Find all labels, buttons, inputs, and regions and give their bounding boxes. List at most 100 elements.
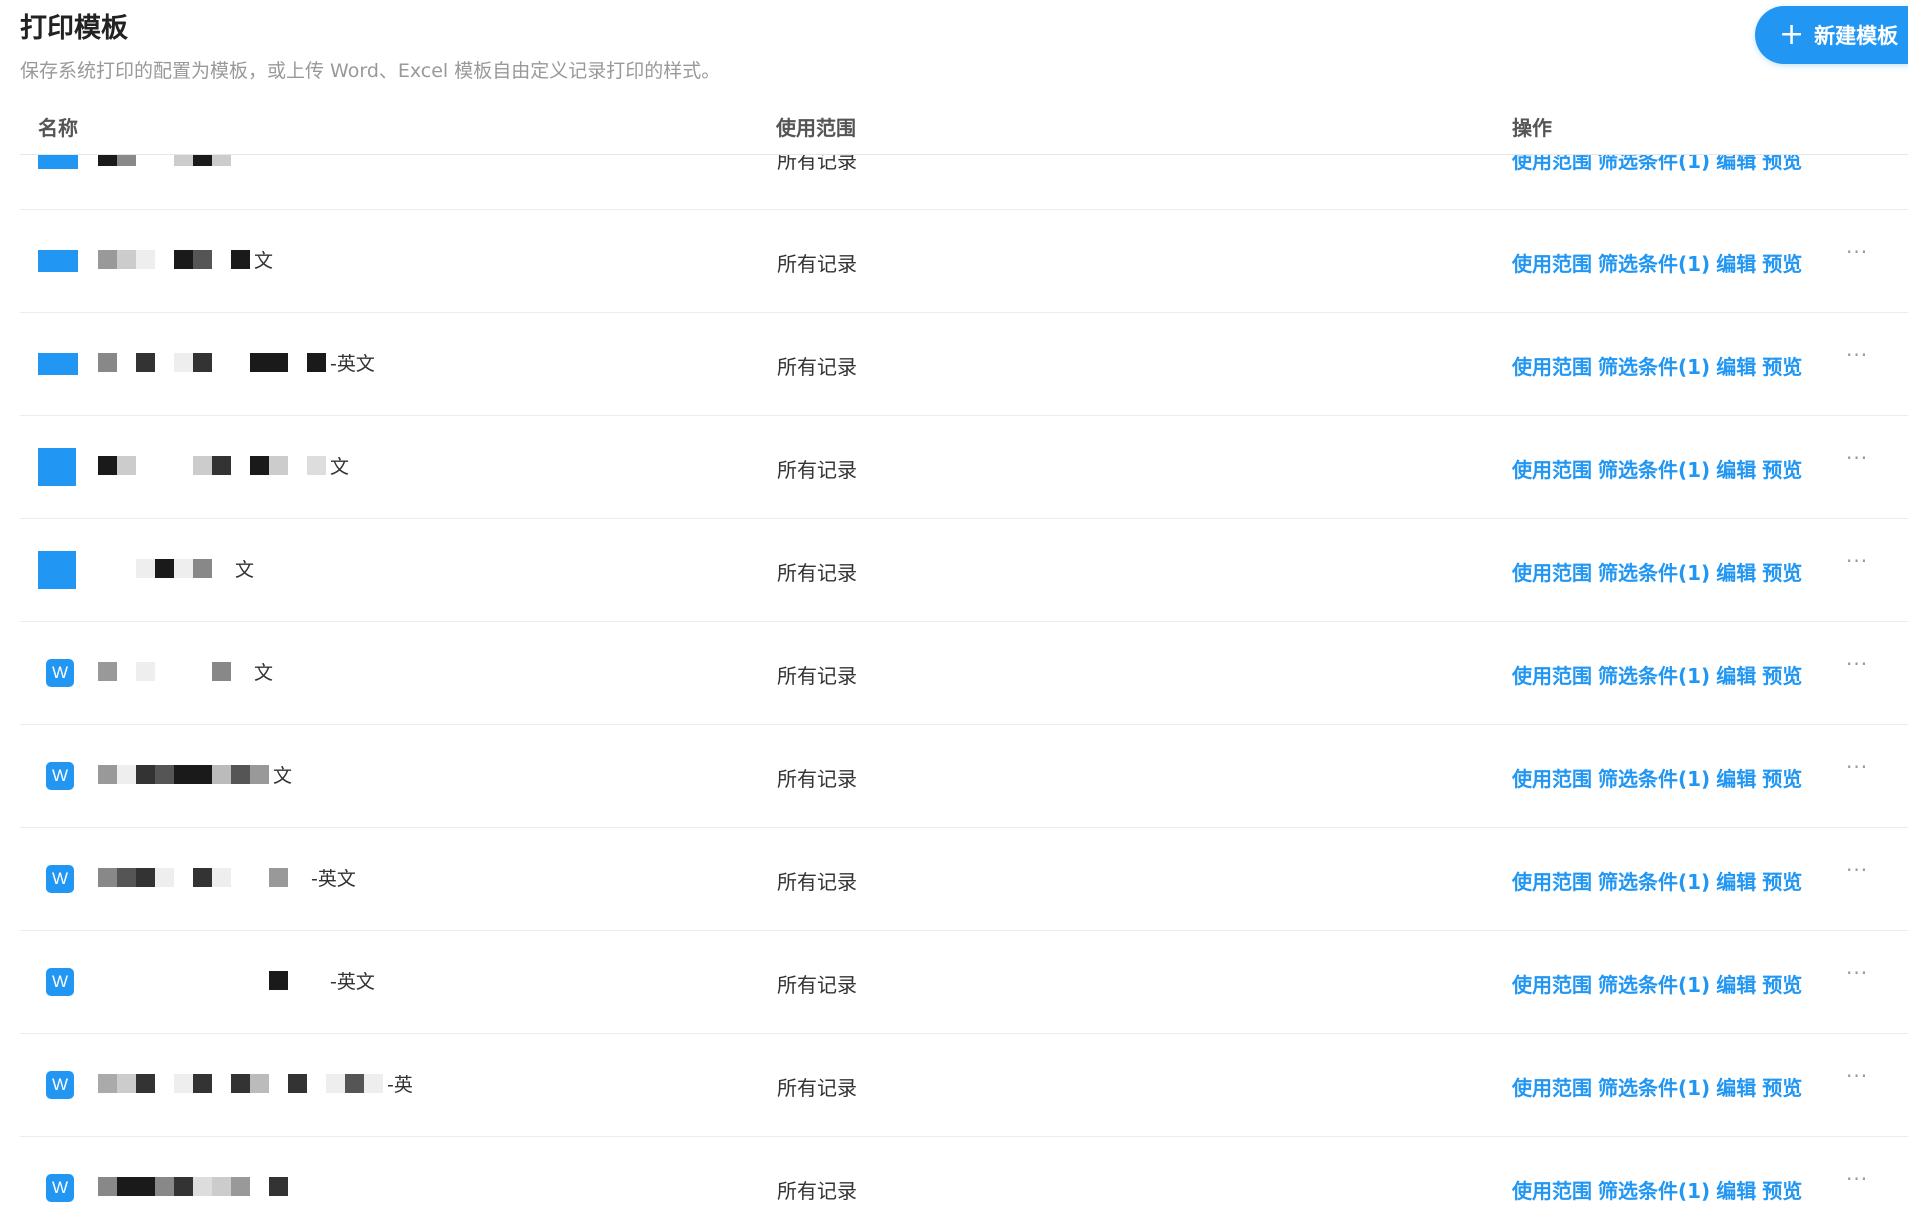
preview-action-link[interactable]: 预览 (1762, 355, 1802, 379)
preview-action-link[interactable]: 预览 (1762, 1179, 1802, 1203)
table-row[interactable]: 文 所有记录 使用范围 筛选条件(1) 编辑 预览 ··· (20, 416, 1908, 519)
preview-action-link[interactable]: 预览 (1762, 973, 1802, 997)
scope-action-link[interactable]: 使用范围 (1512, 155, 1592, 173)
filter-action-link[interactable]: 筛选条件(1) (1598, 1076, 1710, 1100)
template-name-text: -英文 (330, 970, 375, 993)
filter-action-link[interactable]: 筛选条件(1) (1598, 155, 1710, 173)
edit-action-link[interactable]: 编辑 (1716, 664, 1756, 688)
template-name[interactable]: -英文 (98, 965, 375, 995)
template-name[interactable]: 文 (98, 450, 349, 480)
scope-action-link[interactable]: 使用范围 (1512, 973, 1592, 997)
redacted-block (174, 249, 193, 269)
table-row[interactable]: 文 所有记录 使用范围 筛选条件(1) 编辑 预览 ··· (20, 210, 1908, 313)
template-rows: 所有记录使用范围筛选条件(1)编辑预览···文所有记录使用范围筛选条件(1)编辑… (20, 155, 1908, 1214)
more-options-icon[interactable]: ··· (1846, 343, 1868, 367)
filter-action-link[interactable]: 筛选条件(1) (1598, 767, 1710, 791)
more-options-icon[interactable]: ··· (1846, 446, 1868, 470)
scope-action-link[interactable]: 使用范围 (1512, 355, 1592, 379)
scope-action-link[interactable]: 使用范围 (1512, 1179, 1592, 1203)
template-name[interactable]: 文 (98, 759, 292, 789)
scope-action-link[interactable]: 使用范围 (1512, 664, 1592, 688)
more-options-icon[interactable]: ··· (1846, 858, 1868, 882)
template-name[interactable]: 文 (98, 656, 273, 686)
scope-action-link[interactable]: 使用范围 (1512, 561, 1592, 585)
more-options-icon[interactable]: ··· (1846, 652, 1868, 676)
more-options-icon[interactable]: ··· (1846, 549, 1868, 573)
template-name[interactable] (98, 155, 235, 171)
edit-action-link[interactable]: 编辑 (1716, 1179, 1756, 1203)
preview-action-link[interactable]: 预览 (1762, 155, 1802, 173)
table-row[interactable]: W -英 所有记录 使用范围 筛选条件(1) 编辑 预览 ··· (20, 1034, 1908, 1137)
template-name[interactable]: -英 (98, 1068, 413, 1098)
filter-action-link[interactable]: 筛选条件(1) (1598, 252, 1710, 276)
scope-action-link[interactable]: 使用范围 (1512, 1076, 1592, 1100)
filter-action-link[interactable]: 筛选条件(1) (1598, 664, 1710, 688)
redacted-block (231, 1073, 250, 1093)
preview-action-link[interactable]: 预览 (1762, 664, 1802, 688)
more-options-icon[interactable]: ··· (1846, 240, 1868, 264)
template-name[interactable]: 文 (98, 553, 254, 583)
redacted-block (117, 867, 136, 887)
redacted-block (326, 1073, 345, 1093)
table-row[interactable]: 文 所有记录 使用范围 筛选条件(1) 编辑 预览 ··· (20, 519, 1908, 622)
filter-action-link[interactable]: 筛选条件(1) (1598, 1179, 1710, 1203)
more-options-icon[interactable]: ··· (1846, 1167, 1868, 1191)
template-name-text: 文 (254, 661, 274, 684)
table-row[interactable]: 所有记录 使用范围筛选条件(1) 编辑预览 ··· (20, 155, 1908, 210)
preview-action-link[interactable]: 预览 (1762, 252, 1802, 276)
redacted-block (269, 455, 288, 475)
table-row[interactable]: W -英文 所有记录 使用范围 筛选条件(1) 编辑 预览 ··· (20, 931, 1908, 1034)
table-row[interactable]: W -英文 所有记录 使用范围 筛选条件(1) 编辑 预览 ··· (20, 828, 1908, 931)
edit-action-link[interactable]: 编辑 (1716, 252, 1756, 276)
table-row[interactable]: W 文 所有记录 使用范围 筛选条件(1) 编辑 预览 ··· (20, 622, 1908, 725)
edit-action-link[interactable]: 编辑 (1716, 870, 1756, 894)
filter-action-link[interactable]: 筛选条件(1) (1598, 870, 1710, 894)
preview-action-link[interactable]: 预览 (1762, 1076, 1802, 1100)
edit-action-link[interactable]: 编辑 (1716, 767, 1756, 791)
redacted-block (231, 456, 250, 475)
scope-action-link[interactable]: 使用范围 (1512, 252, 1592, 276)
template-name[interactable] (98, 1171, 292, 1201)
filter-action-link[interactable]: 筛选条件(1) (1598, 973, 1710, 997)
word-file-icon: W (46, 1071, 74, 1099)
template-name-text: 文 (330, 455, 350, 478)
scope-action-link[interactable]: 使用范围 (1512, 870, 1592, 894)
more-options-icon[interactable]: ··· (1846, 755, 1868, 779)
edit-action-link[interactable]: 编辑 (1716, 1076, 1756, 1100)
table-row[interactable]: W 所有记录 使用范围 筛选条件(1) 编辑 预览 ··· (20, 1137, 1908, 1214)
preview-action-link[interactable]: 预览 (1762, 767, 1802, 791)
more-options-icon[interactable]: ··· (1846, 961, 1868, 985)
usage-scope: 所有记录 (777, 155, 857, 173)
more-options-icon[interactable]: ··· (1846, 155, 1868, 161)
redacted-block (231, 353, 250, 372)
template-name-text: -英文 (330, 352, 375, 375)
template-name[interactable]: 文 (98, 244, 273, 274)
redacted-block (269, 970, 288, 990)
scope-action-link[interactable]: 使用范围 (1512, 458, 1592, 482)
template-name[interactable]: -英文 (98, 862, 356, 892)
edit-action-link[interactable]: 编辑 (1716, 155, 1756, 173)
usage-scope: 所有记录 (777, 973, 857, 997)
edit-action-link[interactable]: 编辑 (1716, 561, 1756, 585)
redacted-block (193, 764, 212, 784)
preview-action-link[interactable]: 预览 (1762, 870, 1802, 894)
filter-action-link[interactable]: 筛选条件(1) (1598, 355, 1710, 379)
preview-action-link[interactable]: 预览 (1762, 561, 1802, 585)
new-template-button[interactable]: + 新建模板 (1755, 6, 1908, 64)
scope-action-link[interactable]: 使用范围 (1512, 767, 1592, 791)
filter-action-link[interactable]: 筛选条件(1) (1598, 561, 1710, 585)
preview-action-link[interactable]: 预览 (1762, 458, 1802, 482)
edit-action-link[interactable]: 编辑 (1716, 973, 1756, 997)
redacted-block (364, 1073, 383, 1093)
table-row[interactable]: W 文 所有记录 使用范围 筛选条件(1) 编辑 预览 ··· (20, 725, 1908, 828)
template-table-body[interactable]: 所有记录使用范围筛选条件(1)编辑预览···文所有记录使用范围筛选条件(1)编辑… (20, 155, 1908, 1214)
print-templates-page: 打印模板 保存系统打印的配置为模板，或上传 Word、Excel 模板自由定义记… (0, 0, 1908, 1214)
more-options-icon[interactable]: ··· (1846, 1064, 1868, 1088)
template-name[interactable]: -英文 (98, 347, 375, 377)
edit-action-link[interactable]: 编辑 (1716, 355, 1756, 379)
redacted-block (288, 456, 307, 475)
edit-action-link[interactable]: 编辑 (1716, 458, 1756, 482)
redacted-block (98, 352, 117, 372)
table-row[interactable]: -英文 所有记录 使用范围 筛选条件(1) 编辑 预览 ··· (20, 313, 1908, 416)
filter-action-link[interactable]: 筛选条件(1) (1598, 458, 1710, 482)
